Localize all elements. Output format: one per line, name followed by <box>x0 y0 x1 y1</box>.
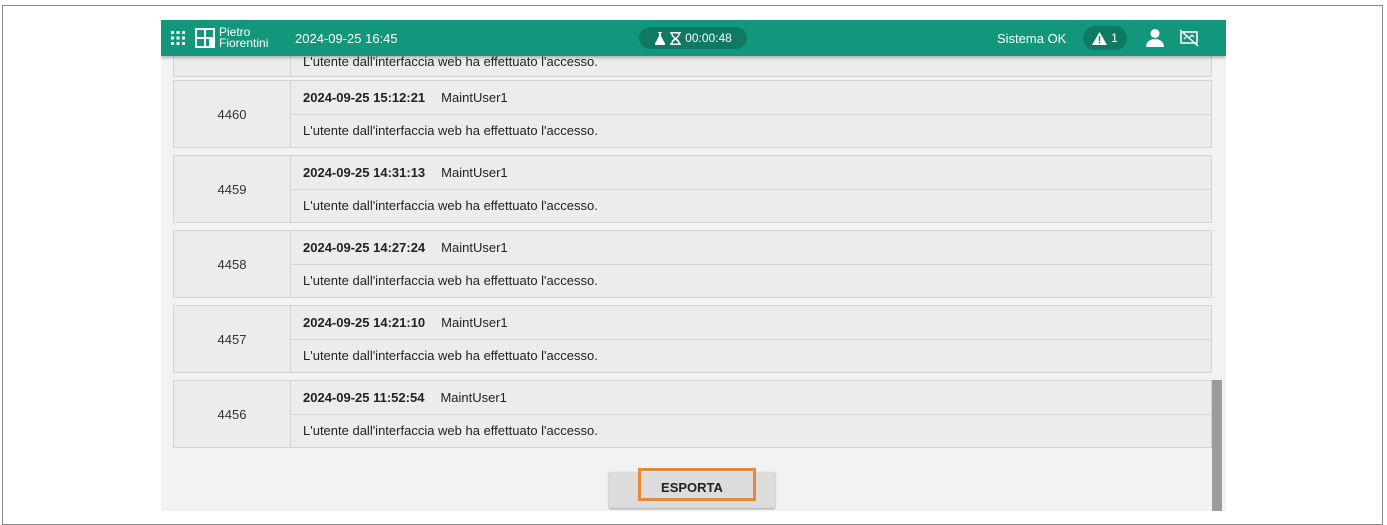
apps-grid-icon[interactable] <box>171 31 185 45</box>
row-id: 4459 <box>174 156 291 222</box>
hourglass-icon <box>670 31 682 45</box>
row-meta: 2024-09-25 14:31:13 MaintUser1 <box>290 156 1211 190</box>
warning-icon <box>1092 31 1108 45</box>
system-status: Sistema OK <box>997 31 1067 46</box>
logo-mark-icon <box>195 28 215 48</box>
row-timestamp: 2024-09-25 14:21:10 <box>303 315 426 330</box>
row-user: MaintUser1 <box>440 390 507 405</box>
top-bar: Pietro Fiorentini 2024-09-25 16:45 00:00… <box>161 20 1226 56</box>
row-message: L'utente dall'interfaccia web ha effettu… <box>303 348 598 363</box>
row-id: 4457 <box>174 306 291 372</box>
row-message: L'utente dall'interfaccia web ha effettu… <box>303 54 598 69</box>
session-timer: 00:00:48 <box>639 27 747 49</box>
network-disconnected-icon[interactable] <box>1179 29 1199 47</box>
row-id: 4456 <box>174 381 291 447</box>
brand-line-2: Fiorentini <box>219 36 269 50</box>
row-user: MaintUser1 <box>441 90 508 105</box>
row-timestamp: 2024-09-25 15:12:21 <box>303 90 426 105</box>
row-meta: 2024-09-25 14:27:24 MaintUser1 <box>290 231 1211 265</box>
export-button[interactable]: ESPORTA <box>609 468 775 508</box>
row-message: L'utente dall'interfaccia web ha effettu… <box>303 273 598 288</box>
user-icon[interactable] <box>1146 28 1164 48</box>
alarm-indicator[interactable]: 1 <box>1083 26 1127 50</box>
list-item: 4456 2024-09-25 11:52:54 MaintUser1 L'ut… <box>173 380 1212 448</box>
timer-value: 00:00:48 <box>685 31 732 45</box>
logo-text: Pietro Fiorentini <box>219 26 269 50</box>
row-message: L'utente dall'interfaccia web ha effettu… <box>303 123 598 138</box>
row-user: MaintUser1 <box>441 315 508 330</box>
company-logo: Pietro Fiorentini <box>195 26 269 50</box>
scrollbar-thumb[interactable] <box>1212 380 1222 511</box>
row-id: 4460 <box>174 81 291 147</box>
row-user: MaintUser1 <box>441 240 508 255</box>
row-meta: 2024-09-25 11:52:54 MaintUser1 <box>290 381 1211 415</box>
app-window: L'utente dall'interfaccia web ha effettu… <box>161 20 1226 511</box>
list-item: 4457 2024-09-25 14:21:10 MaintUser1 L'ut… <box>173 305 1212 373</box>
alarm-count: 1 <box>1111 31 1118 45</box>
row-id: 4458 <box>174 231 291 297</box>
flask-icon <box>655 31 666 45</box>
row-message: L'utente dall'interfaccia web ha effettu… <box>303 198 598 213</box>
header-datetime: 2024-09-25 16:45 <box>295 31 398 46</box>
row-timestamp: 2024-09-25 14:27:24 <box>303 240 426 255</box>
export-button-label: ESPORTA <box>661 479 723 495</box>
row-user: MaintUser1 <box>441 165 508 180</box>
list-item: 4458 2024-09-25 14:27:24 MaintUser1 L'ut… <box>173 230 1212 298</box>
row-timestamp: 2024-09-25 11:52:54 <box>303 390 425 405</box>
row-timestamp: 2024-09-25 14:31:13 <box>303 165 426 180</box>
list-item: 4460 2024-09-25 15:12:21 MaintUser1 L'ut… <box>173 80 1212 148</box>
list-item: 4459 2024-09-25 14:31:13 MaintUser1 L'ut… <box>173 155 1212 223</box>
row-meta: 2024-09-25 15:12:21 MaintUser1 <box>290 81 1211 115</box>
row-message: L'utente dall'interfaccia web ha effettu… <box>303 423 598 438</box>
row-meta: 2024-09-25 14:21:10 MaintUser1 <box>290 306 1211 340</box>
